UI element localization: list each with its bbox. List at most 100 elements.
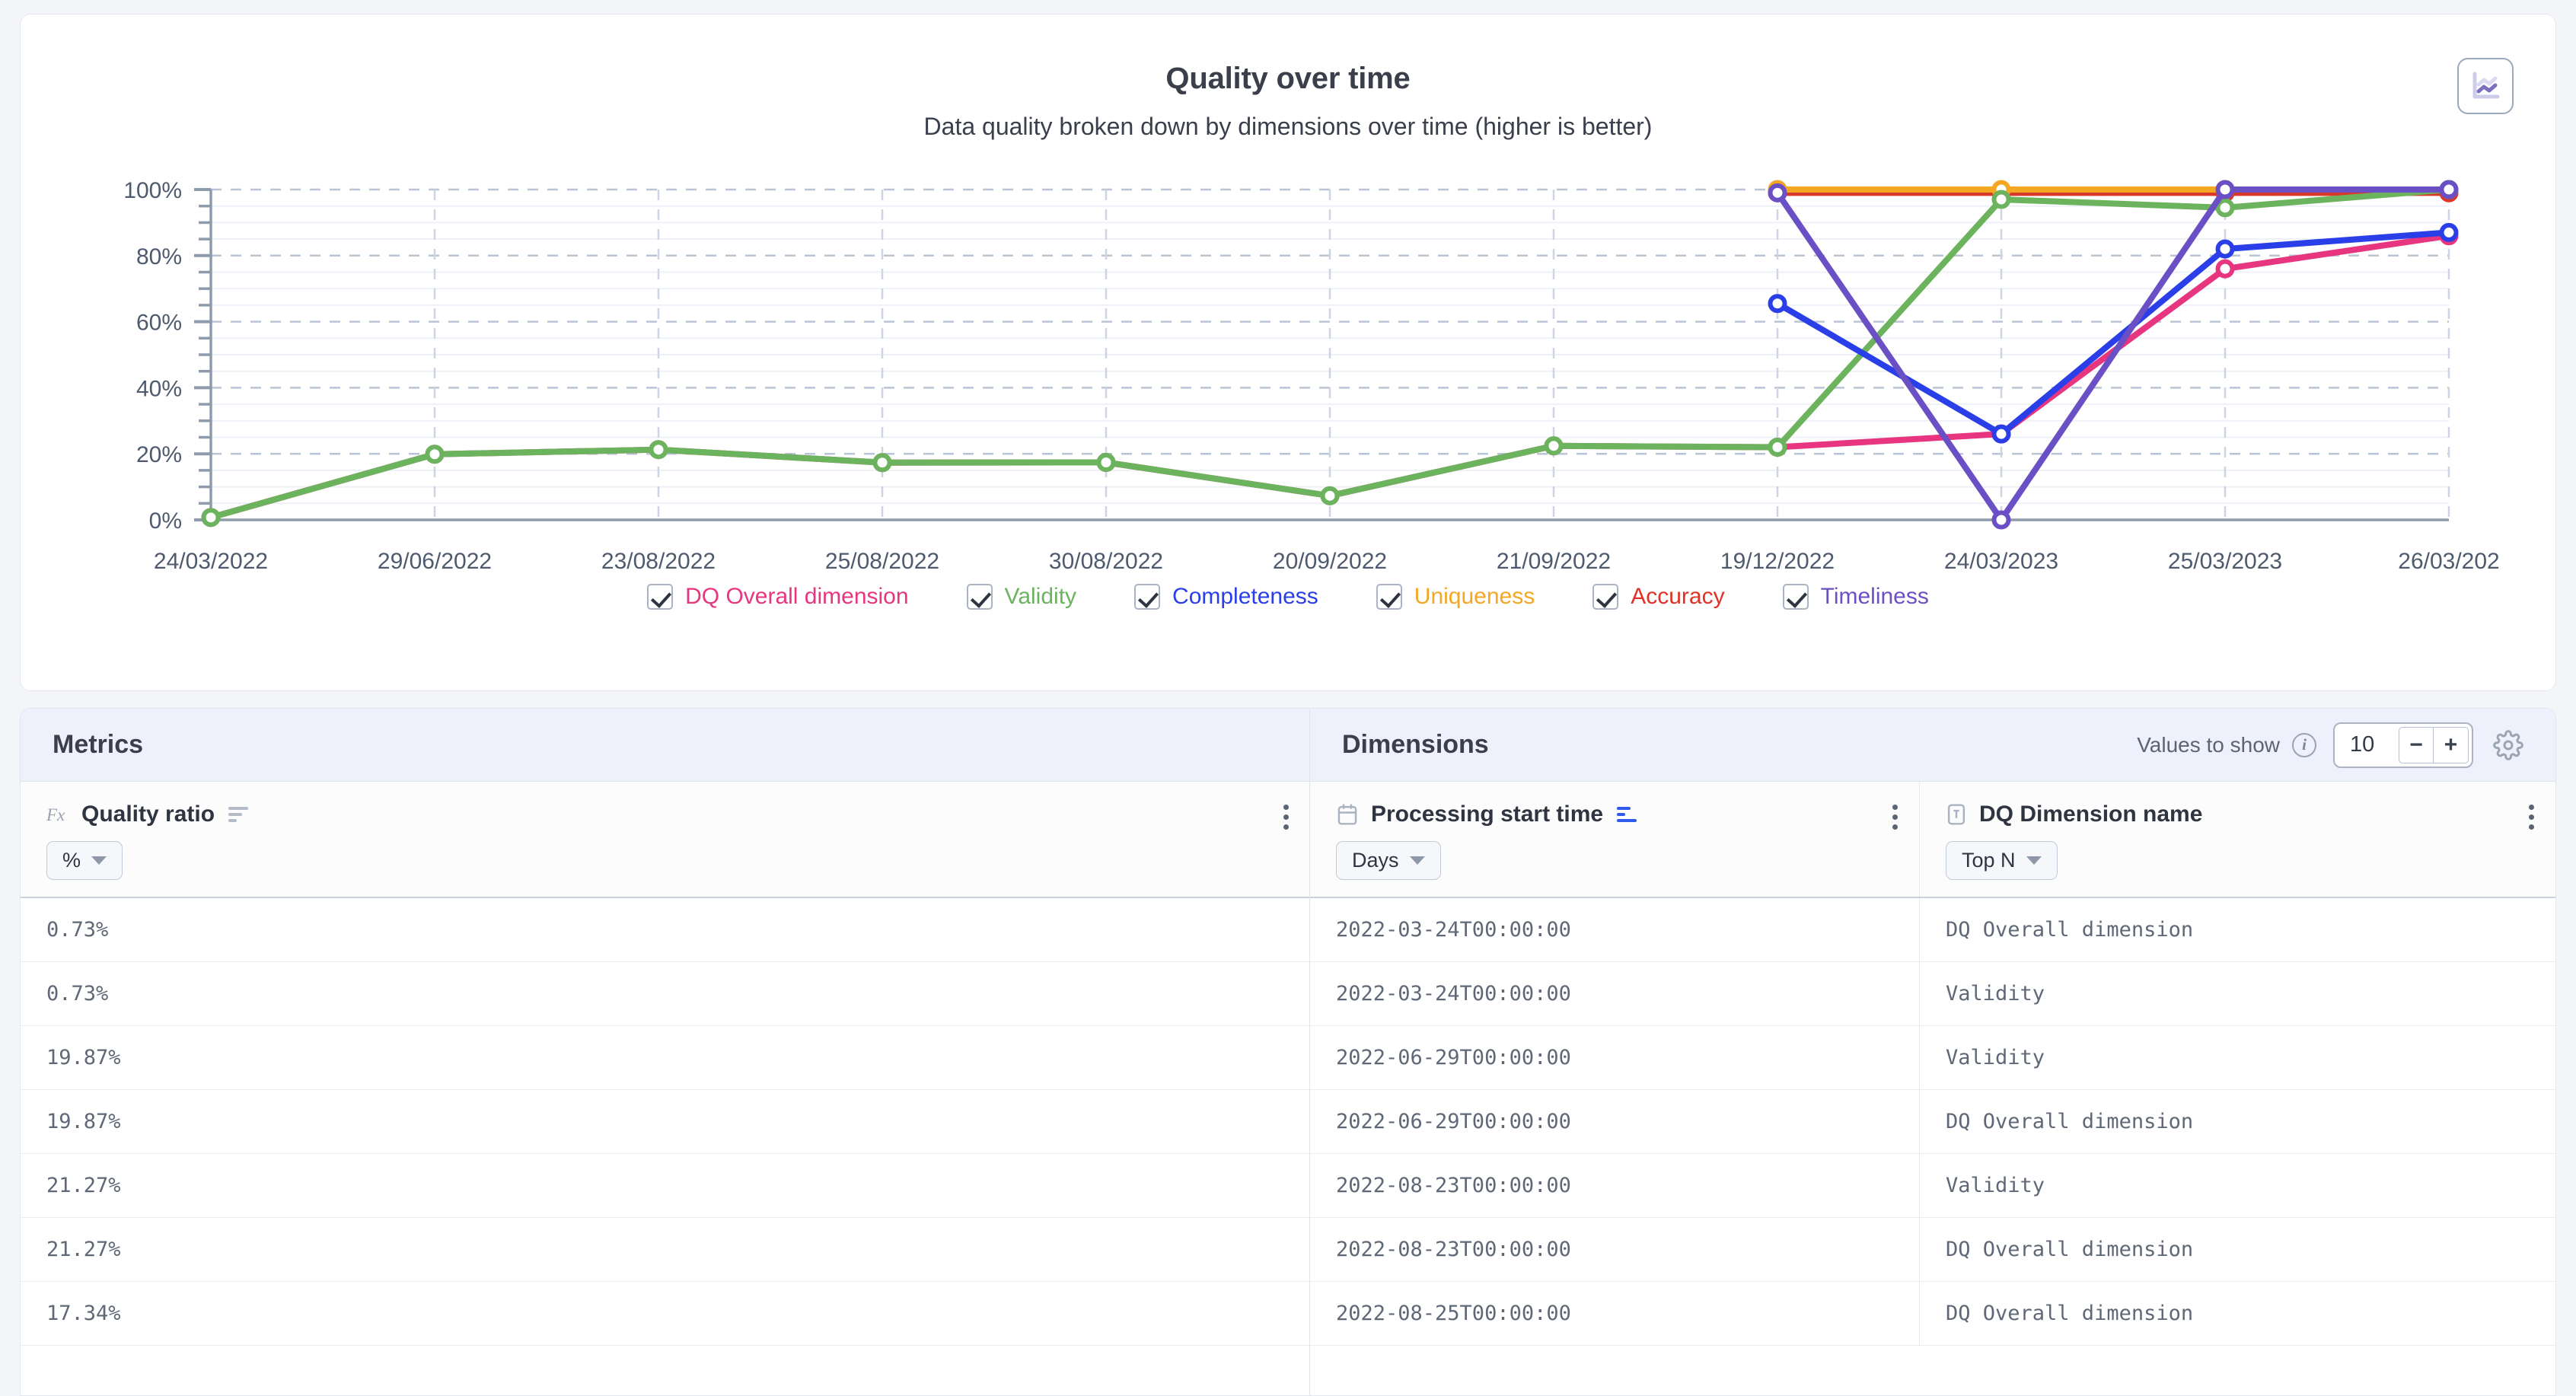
- format-pill-label: %: [62, 849, 81, 872]
- granularity-pill-days[interactable]: Days: [1336, 841, 1441, 880]
- sort-icon[interactable]: [227, 805, 251, 824]
- decrement-button[interactable]: −: [2399, 727, 2434, 763]
- legend-checkbox[interactable]: [1376, 584, 1402, 610]
- cell-dq-dimension-name: DQ Overall dimension: [1919, 898, 2555, 961]
- dimensions-rows: 2022-03-24T00:00:00DQ Overall dimension2…: [1310, 898, 2555, 1395]
- table-row[interactable]: 2022-06-29T00:00:00DQ Overall dimension: [1310, 1090, 2555, 1154]
- table-row[interactable]: 2022-08-25T00:00:00DQ Overall dimension: [1310, 1282, 2555, 1346]
- format-pill-percent[interactable]: %: [46, 841, 123, 880]
- table-row[interactable]: 2022-08-23T00:00:00Validity: [1310, 1154, 2555, 1218]
- svg-text:24/03/2023: 24/03/2023: [1944, 549, 2058, 574]
- legend-item-completeness[interactable]: Completeness: [1134, 584, 1318, 610]
- legend-item-accuracy[interactable]: Accuracy: [1592, 584, 1724, 610]
- cell-quality-ratio: 21.27%: [21, 1154, 1309, 1217]
- data-tables: Metrics Fx Quality ratio: [20, 708, 2556, 1396]
- metrics-panel-header: Metrics: [21, 709, 1309, 782]
- svg-text:25/03/2023: 25/03/2023: [2168, 549, 2282, 574]
- svg-text:60%: 60%: [136, 311, 182, 336]
- table-row[interactable]: 2022-03-24T00:00:00Validity: [1310, 962, 2555, 1026]
- chart-card: Quality over time Data quality broken do…: [20, 14, 2556, 691]
- gear-icon[interactable]: [2493, 730, 2523, 760]
- svg-text:24/03/2022: 24/03/2022: [154, 549, 268, 574]
- chart-title: Quality over time: [21, 14, 2555, 96]
- table-row[interactable]: 19.87%: [21, 1090, 1309, 1154]
- cell-dq-dimension-name: DQ Overall dimension: [1919, 1218, 2555, 1281]
- cell-quality-ratio: 19.87%: [21, 1026, 1309, 1089]
- svg-text:100%: 100%: [123, 178, 182, 203]
- topn-pill-label: Top N: [1962, 849, 2016, 872]
- chart-subtitle: Data quality broken down by dimensions o…: [21, 96, 2555, 141]
- legend-item-dq-overall-dimension[interactable]: DQ Overall dimension: [647, 584, 908, 610]
- dimensions-panel-title: Dimensions: [1342, 730, 1489, 760]
- svg-text:0%: 0%: [149, 508, 182, 534]
- table-row[interactable]: 19.87%: [21, 1026, 1309, 1090]
- dimensions-panel: Dimensions Values to show i 10 − +: [1310, 709, 2555, 1395]
- table-row[interactable]: 17.34%: [21, 1282, 1309, 1346]
- cell-dq-dimension-name: Validity: [1919, 962, 2555, 1025]
- line-chart-icon: [2469, 70, 2501, 102]
- kebab-menu-icon[interactable]: [1892, 805, 1898, 830]
- legend-label: Uniqueness: [1414, 584, 1535, 610]
- metrics-panel-title: Metrics: [53, 730, 143, 760]
- kebab-menu-icon[interactable]: [2529, 805, 2534, 830]
- chart-type-button[interactable]: [2457, 58, 2514, 114]
- svg-text:21/09/2022: 21/09/2022: [1497, 549, 1611, 574]
- table-row[interactable]: 21.27%: [21, 1154, 1309, 1218]
- metrics-column-headers: Fx Quality ratio %: [21, 782, 1309, 898]
- chart-legend: DQ Overall dimension Validity Completeness…: [21, 584, 2555, 610]
- legend-checkbox[interactable]: [1134, 584, 1160, 610]
- info-icon[interactable]: i: [2292, 733, 2316, 757]
- granularity-pill-label: Days: [1352, 849, 1399, 872]
- legend-label: Validity: [1005, 584, 1076, 610]
- fx-icon: Fx: [46, 803, 69, 826]
- chart-svg: 0%20%40%60%80%100%24/03/202229/06/202223…: [21, 168, 2555, 579]
- calendar-icon: [1336, 802, 1359, 827]
- table-row[interactable]: 2022-03-24T00:00:00DQ Overall dimension: [1310, 898, 2555, 962]
- legend-checkbox[interactable]: [647, 584, 673, 610]
- svg-text:20%: 20%: [136, 442, 182, 467]
- column-title: DQ Dimension name: [1979, 802, 2202, 827]
- legend-item-timeliness[interactable]: Timeliness: [1783, 584, 1929, 610]
- column-header-processing-start-time[interactable]: Processing start time Days: [1310, 782, 1919, 897]
- chevron-down-icon: [2026, 856, 2042, 865]
- svg-text:20/09/2022: 20/09/2022: [1273, 549, 1387, 574]
- values-to-show-value[interactable]: 10: [2350, 732, 2399, 757]
- legend-checkbox[interactable]: [967, 584, 993, 610]
- svg-text:29/06/2022: 29/06/2022: [378, 549, 492, 574]
- table-row[interactable]: 0.73%: [21, 962, 1309, 1026]
- metrics-panel: Metrics Fx Quality ratio: [21, 709, 1310, 1395]
- svg-text:Fx: Fx: [46, 805, 65, 824]
- dimensions-column-headers: Processing start time Days: [1310, 782, 2555, 898]
- column-title: Processing start time: [1371, 802, 1603, 827]
- cell-dq-dimension-name: Validity: [1919, 1154, 2555, 1217]
- legend-checkbox[interactable]: [1592, 584, 1618, 610]
- sort-icon-active[interactable]: [1615, 805, 1640, 824]
- kebab-menu-icon[interactable]: [1283, 805, 1289, 830]
- increment-button[interactable]: +: [2434, 727, 2469, 763]
- chevron-down-icon: [91, 856, 107, 865]
- legend-label: Completeness: [1172, 584, 1318, 610]
- table-row[interactable]: 0.73%: [21, 898, 1309, 962]
- topn-pill[interactable]: Top N: [1946, 841, 2058, 880]
- cell-quality-ratio: 17.34%: [21, 1282, 1309, 1345]
- svg-text:25/08/2022: 25/08/2022: [825, 549, 939, 574]
- cell-processing-start-time: 2022-08-25T00:00:00: [1310, 1282, 1919, 1345]
- svg-text:23/08/2022: 23/08/2022: [601, 549, 716, 574]
- table-row[interactable]: 21.27%: [21, 1218, 1309, 1282]
- text-type-icon: [1946, 802, 1967, 827]
- page-root: Quality over time Data quality broken do…: [0, 0, 2576, 1396]
- column-header-quality-ratio[interactable]: Fx Quality ratio %: [21, 782, 1310, 897]
- legend-item-uniqueness[interactable]: Uniqueness: [1376, 584, 1535, 610]
- table-row[interactable]: 2022-06-29T00:00:00Validity: [1310, 1026, 2555, 1090]
- column-title: Quality ratio: [81, 802, 215, 827]
- cell-quality-ratio: 0.73%: [21, 898, 1309, 961]
- column-header-dq-dimension-name[interactable]: DQ Dimension name Top N: [1919, 782, 2555, 897]
- legend-item-validity[interactable]: Validity: [967, 584, 1076, 610]
- table-row[interactable]: 2022-08-23T00:00:00DQ Overall dimension: [1310, 1218, 2555, 1282]
- cell-processing-start-time: 2022-06-29T00:00:00: [1310, 1026, 1919, 1089]
- cell-processing-start-time: 2022-08-23T00:00:00: [1310, 1218, 1919, 1281]
- legend-checkbox[interactable]: [1783, 584, 1809, 610]
- cell-processing-start-time: 2022-03-24T00:00:00: [1310, 898, 1919, 961]
- svg-text:30/08/2022: 30/08/2022: [1049, 549, 1163, 574]
- values-to-show-stepper[interactable]: 10 − +: [2333, 722, 2473, 768]
